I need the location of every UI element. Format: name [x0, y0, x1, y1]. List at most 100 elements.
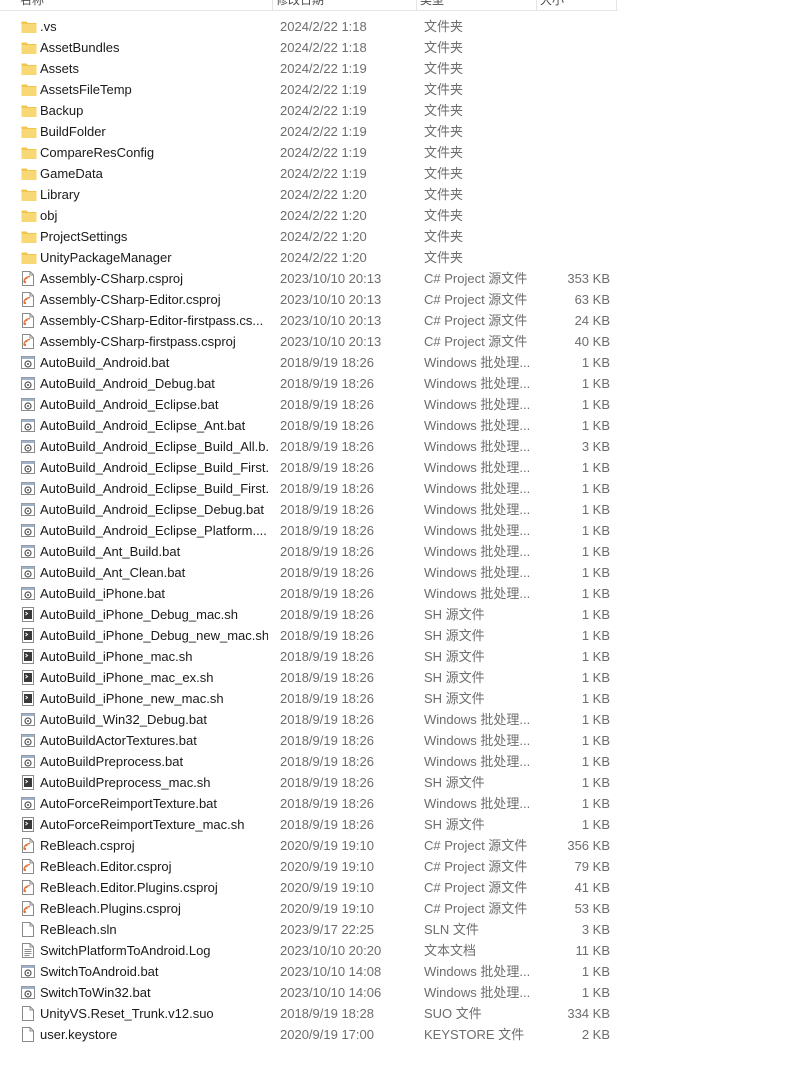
file-name: ReBleach.sln — [40, 922, 117, 937]
file-row[interactable]: AutoBuildPreprocess_mac.sh 2018/9/19 18:2… — [0, 772, 812, 793]
file-row[interactable]: BuildFolder 2024/2/22 1:19 文件夹 — [0, 121, 812, 142]
file-row[interactable]: ReBleach.Plugins.csproj 2020/9/19 19:10 C#… — [0, 898, 812, 919]
file-name: AutoBuildPreprocess.bat — [40, 754, 184, 769]
file-row[interactable]: obj 2024/2/22 1:20 文件夹 — [0, 205, 812, 226]
csproj-file-icon — [21, 313, 35, 328]
batch-file-icon — [21, 565, 35, 580]
file-type: SH 源文件 — [424, 775, 485, 790]
file-type: C# Project 源文件 — [424, 271, 528, 286]
file-row[interactable]: AutoBuild_Android_Eclipse_Build_All.b...… — [0, 436, 812, 457]
file-name: AutoBuild_Win32_Debug.bat — [40, 712, 207, 727]
file-row[interactable]: CompareResConfig 2024/2/22 1:19 文件夹 — [0, 142, 812, 163]
file-name: AutoBuild_Android_Eclipse_Debug.bat — [40, 502, 265, 517]
csproj-file-icon — [21, 292, 35, 307]
folder-icon — [21, 229, 37, 244]
file-row[interactable]: AutoBuild_Android_Eclipse.bat 2018/9/19 1… — [0, 394, 812, 415]
file-modified-date: 2018/9/19 18:26 — [280, 502, 374, 517]
file-size: 24 KB — [574, 313, 610, 328]
file-row[interactable]: AutoBuild_Win32_Debug.bat 2018/9/19 18:26… — [0, 709, 812, 730]
file-type: Windows 批处理... — [424, 523, 531, 538]
file-type: Windows 批处理... — [424, 733, 531, 748]
file-row[interactable]: ReBleach.sln 2023/9/17 22:25 SLN 文件 3 KB — [0, 919, 812, 940]
csproj-file-icon — [21, 334, 35, 349]
file-row[interactable]: Assets 2024/2/22 1:19 文件夹 — [0, 58, 812, 79]
file-row[interactable]: AutoBuild_Android_Eclipse_Build_First...… — [0, 457, 812, 478]
file-row[interactable]: GameData 2024/2/22 1:19 文件夹 — [0, 163, 812, 184]
file-modified-date: 2024/2/22 1:19 — [280, 82, 367, 97]
column-header-size[interactable]: 大小 — [540, 0, 617, 10]
file-row[interactable]: Backup 2024/2/22 1:19 文件夹 — [0, 100, 812, 121]
file-type: SH 源文件 — [424, 691, 485, 706]
file-row[interactable]: AutoBuild_iPhone.bat 2018/9/19 18:26 Windo… — [0, 583, 812, 604]
file-row[interactable]: AutoForceReimportTexture.bat 2018/9/19 18… — [0, 793, 812, 814]
file-modified-date: 2023/10/10 20:13 — [280, 292, 382, 307]
file-row[interactable]: AutoBuild_iPhone_Debug_mac.sh 2018/9/19 1… — [0, 604, 812, 625]
file-size: 1 KB — [581, 418, 610, 433]
file-list: .vs 2024/2/22 1:18 文件夹 AssetBundles 2024/2/2… — [0, 16, 812, 1045]
file-row[interactable]: UnityPackageManager 2024/2/22 1:20 文件夹 — [0, 247, 812, 268]
file-modified-date: 2018/9/19 18:26 — [280, 775, 374, 790]
file-row[interactable]: AutoBuild_Android_Eclipse_Build_First...… — [0, 478, 812, 499]
file-size: 1 KB — [581, 544, 610, 559]
file-row[interactable]: SwitchToAndroid.bat 2023/10/10 14:08 Windo… — [0, 961, 812, 982]
file-size: 1 KB — [581, 670, 610, 685]
file-row[interactable]: UnityVS.Reset_Trunk.v12.suo 2018/9/19 18:… — [0, 1003, 812, 1024]
file-row[interactable]: AutoBuild_Android_Eclipse_Debug.bat 2018/… — [0, 499, 812, 520]
file-modified-date: 2018/9/19 18:26 — [280, 460, 374, 475]
file-row[interactable]: SwitchPlatformToAndroid.Log 2023/10/10 20… — [0, 940, 812, 961]
file-row[interactable]: AutoBuild_iPhone_mac_ex.sh 2018/9/19 18:2… — [0, 667, 812, 688]
column-header-type[interactable]: 类型 — [420, 0, 537, 10]
file-row[interactable]: AutoBuild_Android_Eclipse_Platform.... 20… — [0, 520, 812, 541]
file-name: AutoBuild_Android_Debug.bat — [40, 376, 215, 391]
file-row[interactable]: Assembly-CSharp.csproj 2023/10/10 20:13 C#… — [0, 268, 812, 289]
file-row[interactable]: AutoBuild_iPhone_new_mac.sh 2018/9/19 18:… — [0, 688, 812, 709]
file-row[interactable]: ProjectSettings 2024/2/22 1:20 文件夹 — [0, 226, 812, 247]
file-row[interactable]: AssetBundles 2024/2/22 1:18 文件夹 — [0, 37, 812, 58]
file-row[interactable]: ReBleach.Editor.csproj 2020/9/19 19:10 C# … — [0, 856, 812, 877]
column-header-name[interactable]: 名称 — [20, 0, 273, 10]
file-row[interactable]: Assembly-CSharp-Editor.csproj 2023/10/10 … — [0, 289, 812, 310]
folder-icon — [21, 40, 37, 55]
file-name: AssetsFileTemp — [40, 82, 132, 97]
batch-file-icon — [21, 964, 35, 979]
file-modified-date: 2018/9/19 18:26 — [280, 376, 374, 391]
file-row[interactable]: AutoBuild_Android_Eclipse_Ant.bat 2018/9/… — [0, 415, 812, 436]
file-row[interactable]: ReBleach.csproj 2020/9/19 19:10 C# Project… — [0, 835, 812, 856]
file-size: 1 KB — [581, 796, 610, 811]
file-row[interactable]: AutoBuild_Ant_Build.bat 2018/9/19 18:26 Wi… — [0, 541, 812, 562]
file-name: UnityPackageManager — [40, 250, 172, 265]
blank-file-icon — [21, 922, 35, 937]
file-type: C# Project 源文件 — [424, 901, 528, 916]
file-size: 1 KB — [581, 817, 610, 832]
file-type: SH 源文件 — [424, 607, 485, 622]
file-row[interactable]: AutoBuild_Android_Debug.bat 2018/9/19 18:… — [0, 373, 812, 394]
file-name: BuildFolder — [40, 124, 106, 139]
file-size: 63 KB — [574, 292, 610, 307]
file-row[interactable]: AutoBuild_iPhone_mac.sh 2018/9/19 18:26 SH… — [0, 646, 812, 667]
file-row[interactable]: user.keystore 2020/9/19 17:00 KEYSTORE 文件 2… — [0, 1024, 812, 1045]
file-row[interactable]: SwitchToWin32.bat 2023/10/10 14:06 Windows… — [0, 982, 812, 1003]
file-name: Library — [40, 187, 80, 202]
file-type: C# Project 源文件 — [424, 334, 528, 349]
file-row[interactable]: AutoBuildPreprocess.bat 2018/9/19 18:26 Wi… — [0, 751, 812, 772]
csproj-file-icon — [21, 880, 35, 895]
file-row[interactable]: ReBleach.Editor.Plugins.csproj 2020/9/19 … — [0, 877, 812, 898]
file-row[interactable]: AutoBuild_Ant_Clean.bat 2018/9/19 18:26 Wi… — [0, 562, 812, 583]
file-row[interactable]: Assembly-CSharp-firstpass.csproj 2023/10/… — [0, 331, 812, 352]
batch-file-icon — [21, 418, 35, 433]
file-type: Windows 批处理... — [424, 460, 531, 475]
column-header-date[interactable]: 修改日期 — [276, 0, 417, 10]
file-name: SwitchToAndroid.bat — [40, 964, 159, 979]
file-row[interactable]: AutoBuildActorTextures.bat 2018/9/19 18:2… — [0, 730, 812, 751]
file-name: AutoBuild_Android_Eclipse_Build_First... — [40, 481, 268, 496]
file-row[interactable]: AutoBuild_iPhone_Debug_new_mac.sh 2018/9/… — [0, 625, 812, 646]
file-row[interactable]: .vs 2024/2/22 1:18 文件夹 — [0, 16, 812, 37]
file-row[interactable]: Library 2024/2/22 1:20 文件夹 — [0, 184, 812, 205]
file-row[interactable]: AssetsFileTemp 2024/2/22 1:19 文件夹 — [0, 79, 812, 100]
file-name: UnityVS.Reset_Trunk.v12.suo — [40, 1006, 214, 1021]
file-type: 文件夹 — [424, 103, 464, 118]
file-row[interactable]: Assembly-CSharp-Editor-firstpass.cs... 20… — [0, 310, 812, 331]
file-row[interactable]: AutoBuild_Android.bat 2018/9/19 18:26 Wind… — [0, 352, 812, 373]
file-modified-date: 2018/9/19 18:26 — [280, 670, 374, 685]
file-row[interactable]: AutoForceReimportTexture_mac.sh 2018/9/19… — [0, 814, 812, 835]
